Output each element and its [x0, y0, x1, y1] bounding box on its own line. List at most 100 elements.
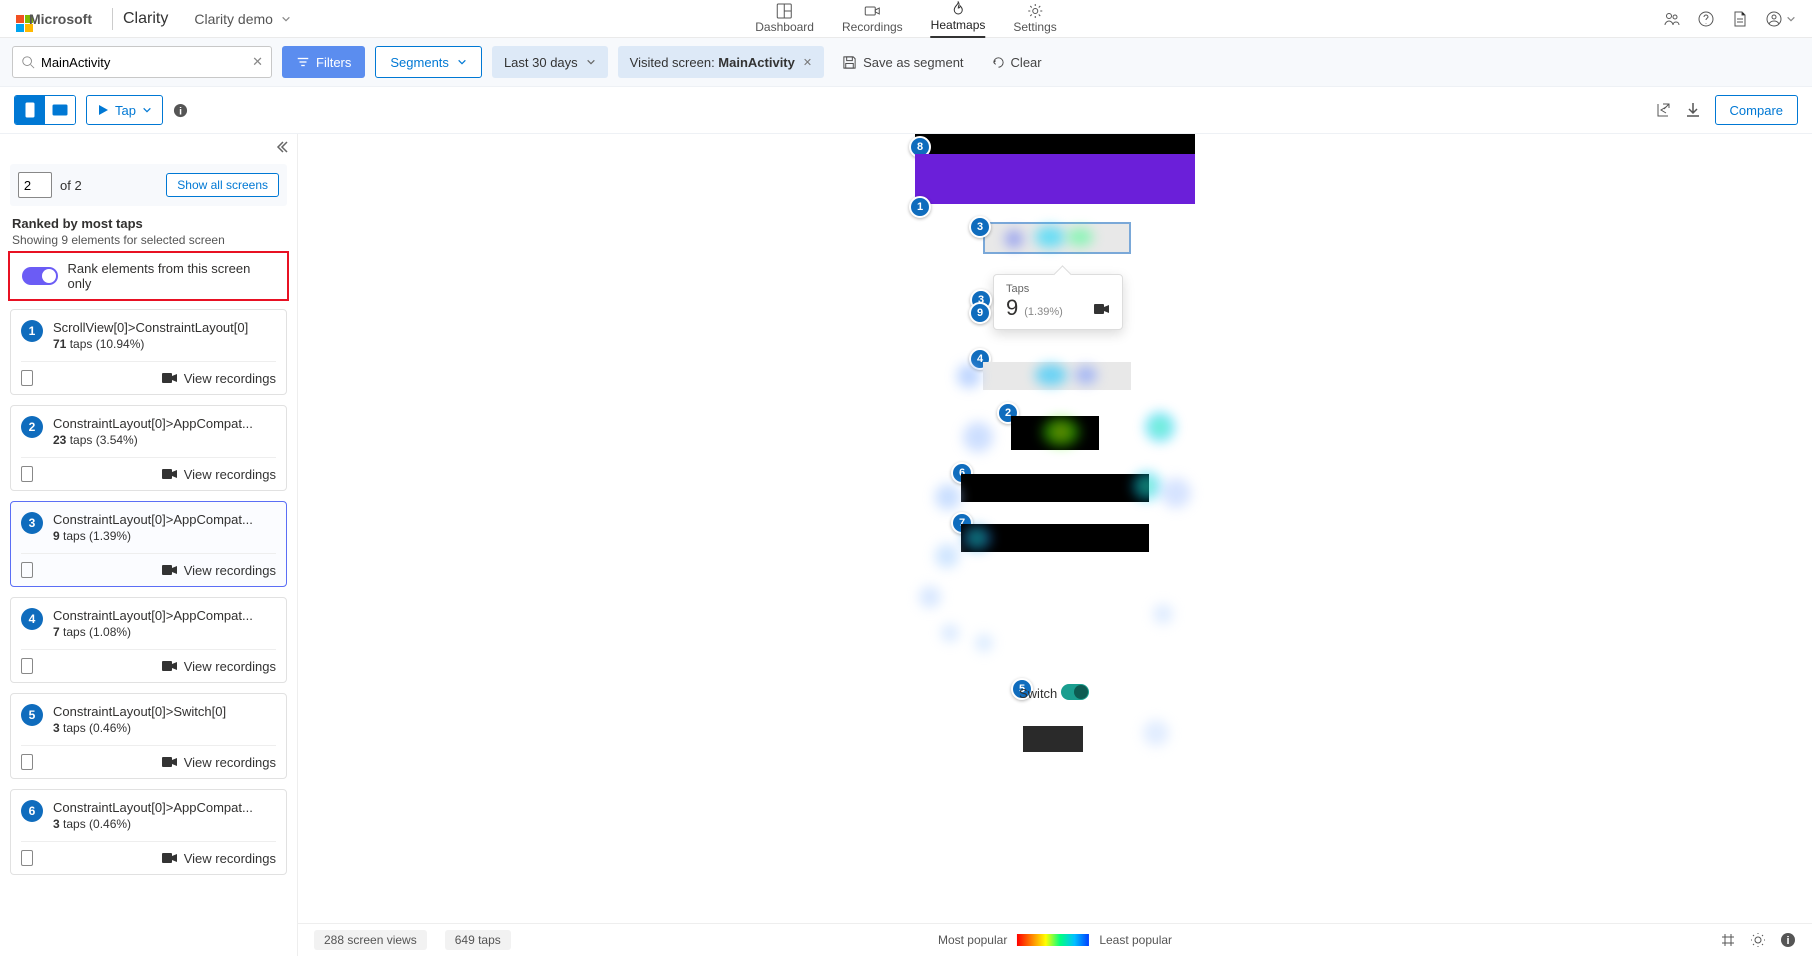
nav-heatmaps[interactable]: Heatmaps	[931, 1, 986, 38]
heatmap-canvas[interactable]: 8 1 3 Taps 9 (1.39%) 3	[298, 134, 1812, 923]
marker-3[interactable]: 3	[969, 216, 991, 238]
video-icon	[162, 660, 178, 672]
screen-number-input[interactable]	[18, 172, 52, 198]
rank-badge: 6	[21, 800, 43, 822]
svg-text:i: i	[1786, 935, 1789, 947]
view-recordings-link[interactable]: View recordings	[162, 563, 276, 578]
device-frame: 8 1 3 Taps 9 (1.39%) 3	[835, 134, 1275, 854]
view-recordings-link[interactable]: View recordings	[162, 371, 276, 386]
screen-element	[961, 474, 1149, 502]
info-icon[interactable]: i	[1780, 932, 1796, 948]
clear-search-icon[interactable]: ✕	[252, 54, 263, 70]
element-stats: 9 taps (1.39%)	[53, 529, 276, 543]
download-icon[interactable]	[1685, 102, 1701, 118]
screen-total-label: of 2	[60, 178, 82, 193]
view-recordings-link[interactable]: View recordings	[162, 851, 276, 866]
search-input-wrapper[interactable]: ✕	[12, 46, 272, 78]
element-card[interactable]: 6 ConstraintLayout[0]>AppCompat... 3 tap…	[10, 789, 287, 875]
view-recordings-link[interactable]: View recordings	[162, 659, 276, 674]
divider	[112, 8, 113, 30]
toolbar-right: Compare	[1655, 95, 1798, 125]
filter-icon	[296, 55, 310, 69]
element-card[interactable]: 1 ScrollView[0]>ConstraintLayout[0] 71 t…	[10, 309, 287, 395]
save-segment-button[interactable]: Save as segment	[834, 55, 971, 70]
flame-icon	[950, 1, 966, 17]
element-list[interactable]: 1 ScrollView[0]>ConstraintLayout[0] 71 t…	[0, 309, 297, 956]
segments-button[interactable]: Segments	[375, 46, 482, 78]
account-menu[interactable]	[1766, 11, 1796, 27]
rank-badge: 4	[21, 608, 43, 630]
element-card[interactable]: 4 ConstraintLayout[0]>AppCompat... 7 tap…	[10, 597, 287, 683]
phone-icon[interactable]	[21, 658, 33, 674]
screen-element	[1023, 726, 1083, 752]
date-range-chip[interactable]: Last 30 days	[492, 46, 608, 78]
filters-button[interactable]: Filters	[282, 46, 365, 78]
rank-scope-toggle-row: Rank elements from this screen only	[8, 251, 289, 301]
chevron-down-icon	[281, 14, 291, 24]
element-card[interactable]: 2 ConstraintLayout[0]>AppCompat... 23 ta…	[10, 405, 287, 491]
phone-icon[interactable]	[21, 466, 33, 482]
heatmap-type-selector[interactable]: Tap	[86, 95, 163, 125]
dashboard-icon	[777, 3, 793, 19]
phone-icon[interactable]	[21, 562, 33, 578]
compare-button[interactable]: Compare	[1715, 95, 1798, 125]
chevron-down-icon	[142, 105, 152, 115]
rank-scope-toggle[interactable]	[22, 267, 58, 285]
brightness-icon[interactable]	[1750, 932, 1766, 948]
visited-screen-chip[interactable]: Visited screen: MainActivity ✕	[618, 46, 824, 78]
phone-icon[interactable]	[21, 850, 33, 866]
chevron-down-icon	[1786, 14, 1796, 24]
show-all-screens-button[interactable]: Show all screens	[166, 173, 279, 197]
document-icon[interactable]	[1732, 11, 1748, 27]
help-icon[interactable]	[1698, 11, 1714, 27]
element-card[interactable]: 3 ConstraintLayout[0]>AppCompat... 9 tap…	[10, 501, 287, 587]
rank-header: Ranked by most taps Showing 9 elements f…	[0, 216, 297, 247]
elements-sidebar: of 2 Show all screens Ranked by most tap…	[0, 134, 298, 956]
screen-element	[915, 154, 1195, 204]
marker-9[interactable]: 9	[969, 302, 991, 324]
screen-views-stat: 288 screen views	[314, 930, 427, 950]
portrait-button[interactable]	[15, 96, 45, 124]
share-icon[interactable]	[1655, 102, 1671, 118]
project-selector[interactable]: Clarity demo	[194, 11, 291, 27]
main-nav: Dashboard Recordings Heatmaps Settings	[755, 0, 1056, 38]
element-stats: 71 taps (10.94%)	[53, 337, 276, 351]
element-stats: 3 taps (0.46%)	[53, 817, 276, 831]
video-icon[interactable]	[1094, 303, 1110, 315]
info-icon[interactable]: i	[173, 103, 188, 118]
header-actions	[1664, 11, 1796, 27]
play-icon	[97, 104, 109, 116]
landscape-icon	[52, 104, 68, 116]
rank-badge: 3	[21, 512, 43, 534]
person-circle-icon	[1766, 11, 1782, 27]
grid-icon[interactable]	[1720, 932, 1736, 948]
rank-badge: 2	[21, 416, 43, 438]
nav-settings[interactable]: Settings	[1013, 3, 1056, 38]
phone-icon[interactable]	[21, 370, 33, 386]
heatmap-legend: Most popular Least popular	[938, 933, 1172, 947]
nav-recordings[interactable]: Recordings	[842, 3, 903, 38]
search-input[interactable]	[41, 55, 246, 70]
element-card[interactable]: 5 ConstraintLayout[0]>Switch[0] 3 taps (…	[10, 693, 287, 779]
landscape-button[interactable]	[45, 96, 75, 124]
element-name: ScrollView[0]>ConstraintLayout[0]	[53, 320, 276, 335]
element-stats: 3 taps (0.46%)	[53, 721, 276, 735]
tooltip-value: 9	[1006, 295, 1018, 321]
heatmap-canvas-wrap: 8 1 3 Taps 9 (1.39%) 3	[298, 134, 1812, 956]
nav-dashboard[interactable]: Dashboard	[755, 3, 814, 38]
view-recordings-link[interactable]: View recordings	[162, 755, 276, 770]
phone-icon[interactable]	[21, 754, 33, 770]
gradient-bar	[1017, 934, 1089, 946]
video-icon	[162, 756, 178, 768]
view-recordings-link[interactable]: View recordings	[162, 467, 276, 482]
gear-icon	[1027, 3, 1043, 19]
chevron-down-icon	[586, 57, 596, 67]
people-icon[interactable]	[1664, 11, 1680, 27]
video-icon	[162, 564, 178, 576]
element-name: ConstraintLayout[0]>AppCompat...	[53, 512, 276, 527]
collapse-sidebar-icon[interactable]	[275, 140, 289, 154]
clear-filters-button[interactable]: Clear	[982, 55, 1050, 70]
marker-1[interactable]: 1	[909, 196, 931, 218]
remove-chip-icon[interactable]: ✕	[803, 56, 812, 69]
toggle-label: Rank elements from this screen only	[68, 261, 275, 291]
